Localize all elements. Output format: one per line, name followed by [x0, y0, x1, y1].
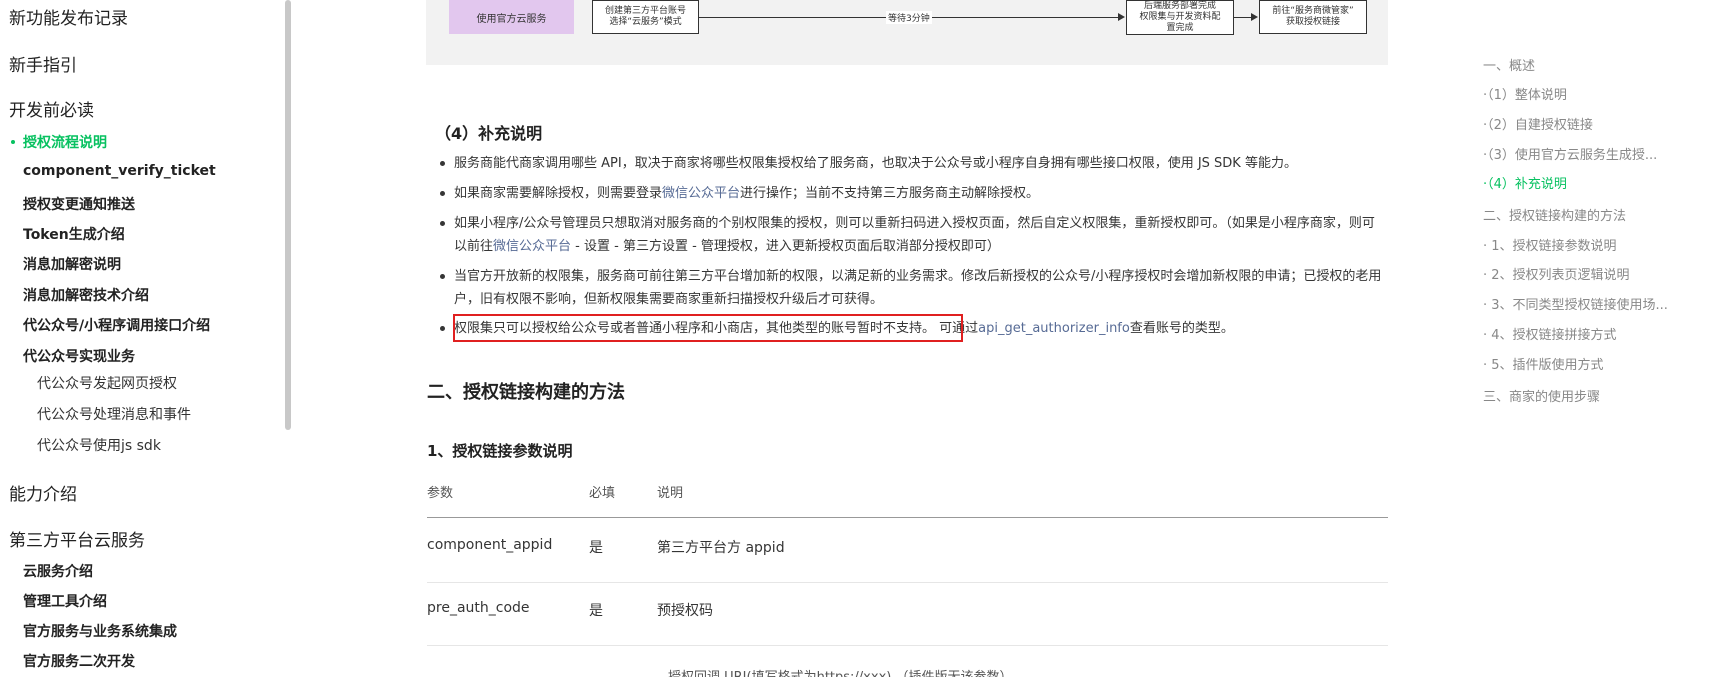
- diagram-cloud-node: 使用官方云服务: [449, 0, 574, 34]
- sidebar-item-js-sdk[interactable]: 代公众号使用js sdk: [37, 435, 161, 455]
- table-cell: 第三方平台方 appid: [657, 540, 785, 556]
- bullet-text: 服务商能代商家调用哪些 API，取决于商家将哪些权限集授权给了服务商，也取决于公…: [454, 152, 1384, 175]
- bullet-text: 如果商家需要解除授权，则需要登录微信公众平台进行操作；当前不支持第三方服务商主动…: [454, 182, 1384, 205]
- bullet-icon: [440, 161, 445, 166]
- sidebar-item-capabilities[interactable]: 能力介绍: [9, 480, 77, 505]
- sidebar-item-token-intro[interactable]: Token生成介绍: [23, 224, 125, 244]
- toc-item-link-types[interactable]: · 3、不同类型授权链接使用场...: [1483, 294, 1668, 313]
- bullet-icon: [440, 191, 445, 196]
- sidebar-item-cloud-service[interactable]: 第三方平台云服务: [9, 526, 145, 551]
- sidebar-item-msg-events[interactable]: 代公众号处理消息和事件: [37, 404, 191, 424]
- sidebar-nav: 新功能发布记录 新手指引 开发前必读 授权流程说明 component_veri…: [0, 0, 256, 677]
- toc-item-list-logic[interactable]: · 2、授权列表页逻辑说明: [1483, 264, 1630, 283]
- sidebar-item-msg-crypto[interactable]: 消息加解密说明: [23, 254, 121, 274]
- sidebar-scrollbar[interactable]: [285, 0, 291, 430]
- section-heading-supplement: （4）补充说明: [435, 124, 543, 143]
- section-heading-build-link: 二、授权链接构建的方法: [427, 382, 625, 403]
- toc-item-params[interactable]: · 1、授权链接参数说明: [1483, 235, 1617, 254]
- sidebar-item-before-dev[interactable]: 开发前必读: [9, 96, 94, 121]
- sidebar-item-auth-change-notify[interactable]: 授权变更通知推送: [23, 194, 135, 214]
- arrow-right-icon: [1251, 13, 1258, 21]
- bullet-text: 当官方开放新的权限集，服务商可前往第三方平台增加新的权限，以满足新的业务需求。修…: [454, 265, 1384, 311]
- sidebar-item-cloud-intro[interactable]: 云服务介绍: [23, 561, 93, 581]
- bullet-text: 如果小程序/公众号管理员只想取消对服务商的个别权限集的授权，则可以重新扫码进入授…: [454, 212, 1384, 258]
- text-span: 服务商能代商家调用哪些 API，取决于商家将哪些权限集授权给了服务商，也取决于公…: [454, 156, 1297, 171]
- table-row-divider: [427, 645, 1388, 646]
- sidebar-item-auth-flow[interactable]: 授权流程说明: [23, 132, 107, 152]
- wechat-mp-link[interactable]: 微信公众平台: [662, 186, 740, 201]
- table-cell: pre_auth_code: [427, 600, 530, 616]
- toc-item-supplement[interactable]: ·（4）补充说明: [1483, 173, 1567, 192]
- toc-item-merchant-steps[interactable]: 三、商家的使用步骤: [1483, 386, 1600, 405]
- sidebar-item-release-notes[interactable]: 新功能发布记录: [9, 4, 128, 29]
- diagram-connector: [1234, 17, 1252, 18]
- toc-item-build-method[interactable]: 二、授权链接构建的方法: [1483, 205, 1626, 224]
- sidebar-item-verify-ticket[interactable]: component_verify_ticket: [23, 163, 216, 179]
- toc-item-self-built[interactable]: ·（2）自建授权链接: [1483, 114, 1593, 133]
- sidebar-item-proxy-api[interactable]: 代公众号/小程序调用接口介绍: [23, 315, 210, 335]
- diagram-wait-label: 等待3分钟: [886, 11, 932, 24]
- text-span: 当官方开放新的权限集，服务商可前往第三方平台增加新的权限，以满足新的业务需求。修…: [454, 269, 1382, 307]
- toc-item-plugin[interactable]: · 5、插件版使用方式: [1483, 354, 1604, 373]
- sidebar-item-web-auth[interactable]: 代公众号发起网页授权: [37, 373, 177, 393]
- table-header-param: 参数: [427, 486, 454, 501]
- table-header-required: 必填: [589, 486, 616, 501]
- table-cell: 预授权码: [657, 603, 713, 619]
- table-cell: 授权回调 URI(填写格式为https://xxx) （插件版无该参数）: [668, 666, 1012, 677]
- toc-item-cloud-generate[interactable]: ·（3）使用官方云服务生成授...: [1483, 144, 1657, 163]
- sidebar-item-proxy-business[interactable]: 代公众号实现业务: [23, 346, 135, 366]
- table-cell: 是: [589, 540, 603, 556]
- text-span: 查看账号的类型。: [1129, 321, 1234, 336]
- section-heading-params: 1、授权链接参数说明: [427, 442, 573, 460]
- text-span: - 设置 - 第三方设置 - 管理授权，进入更新授权页面后取消部分授权即可）: [571, 239, 1000, 254]
- sidebar-item-admin-tools[interactable]: 管理工具介绍: [23, 591, 107, 611]
- bullet-icon: [440, 274, 445, 279]
- active-dot-icon: [11, 140, 15, 144]
- table-header-desc: 说明: [657, 486, 684, 501]
- diagram-get-link-node: 前往“服务商微管家” 获取授权链接: [1259, 0, 1367, 34]
- toc-item-overall[interactable]: ·（1）整体说明: [1483, 84, 1567, 103]
- api-get-authorizer-info-link[interactable]: api_get_authorizer_info: [978, 321, 1130, 336]
- sidebar-item-msg-crypto-tech[interactable]: 消息加解密技术介绍: [23, 285, 149, 305]
- table-row-divider: [427, 582, 1388, 583]
- toc-item-overview[interactable]: 一、概述: [1483, 55, 1535, 74]
- wechat-mp-link[interactable]: 微信公众平台: [493, 239, 571, 254]
- text-span: 如果商家需要解除授权，则需要登录: [454, 186, 663, 201]
- arrow-right-icon: [1118, 13, 1125, 21]
- diagram-create-account-node: 创建第三方平台账号 选择“云服务”模式: [592, 0, 699, 34]
- bullet-icon: [440, 221, 445, 226]
- sidebar-item-secondary-dev[interactable]: 官方服务二次开发: [23, 651, 135, 671]
- sidebar-item-official-integration[interactable]: 官方服务与业务系统集成: [23, 621, 177, 641]
- table-cell: component_appid: [427, 537, 553, 553]
- bullet-icon: [440, 326, 445, 331]
- table-header-divider: [427, 517, 1388, 518]
- table-cell: 是: [589, 603, 603, 619]
- highlight-box: [453, 314, 963, 342]
- toc-item-link-concat[interactable]: · 4、授权链接拼接方式: [1483, 324, 1617, 343]
- text-span: 进行操作；当前不支持第三方服务商主动解除授权。: [740, 186, 1040, 201]
- sidebar-item-beginner-guide[interactable]: 新手指引: [9, 51, 77, 76]
- diagram-deploy-node: 后端服务部署完成 权限集与开发资料配 置完成: [1126, 0, 1234, 35]
